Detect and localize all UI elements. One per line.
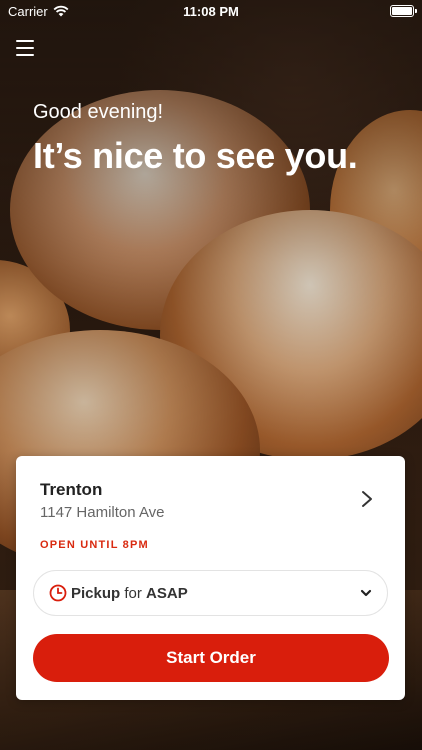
order-time: ASAP: [146, 584, 188, 602]
page-title: It’s nice to see you.: [33, 135, 358, 176]
greeting-text: Good evening!: [33, 101, 164, 123]
order-mode-text: Pickup for ASAP: [71, 585, 188, 602]
chevron-down-icon: [360, 589, 372, 597]
status-bar: Carrier 11:08 PM: [0, 0, 422, 22]
clock-icon: [49, 584, 67, 602]
hamburger-menu-icon[interactable]: [16, 40, 34, 56]
store-address: 1147 Hamilton Ave: [40, 504, 165, 521]
store-hours-status: OPEN UNTIL 8PM: [40, 539, 149, 551]
order-method: Pickup: [71, 584, 121, 602]
start-order-button[interactable]: Start Order: [33, 634, 389, 682]
status-time: 11:08 PM: [183, 3, 239, 19]
store-name: Trenton: [40, 480, 103, 499]
order-mode-dropdown[interactable]: Pickup for ASAP: [33, 570, 388, 616]
store-card: Trenton 1147 Hamilton Ave OPEN UNTIL 8PM…: [16, 456, 405, 700]
chevron-right-icon: [362, 491, 372, 507]
store-selector[interactable]: Trenton 1147 Hamilton Ave: [40, 480, 389, 526]
battery-icon: [390, 5, 417, 17]
order-connector: for: [124, 584, 142, 602]
